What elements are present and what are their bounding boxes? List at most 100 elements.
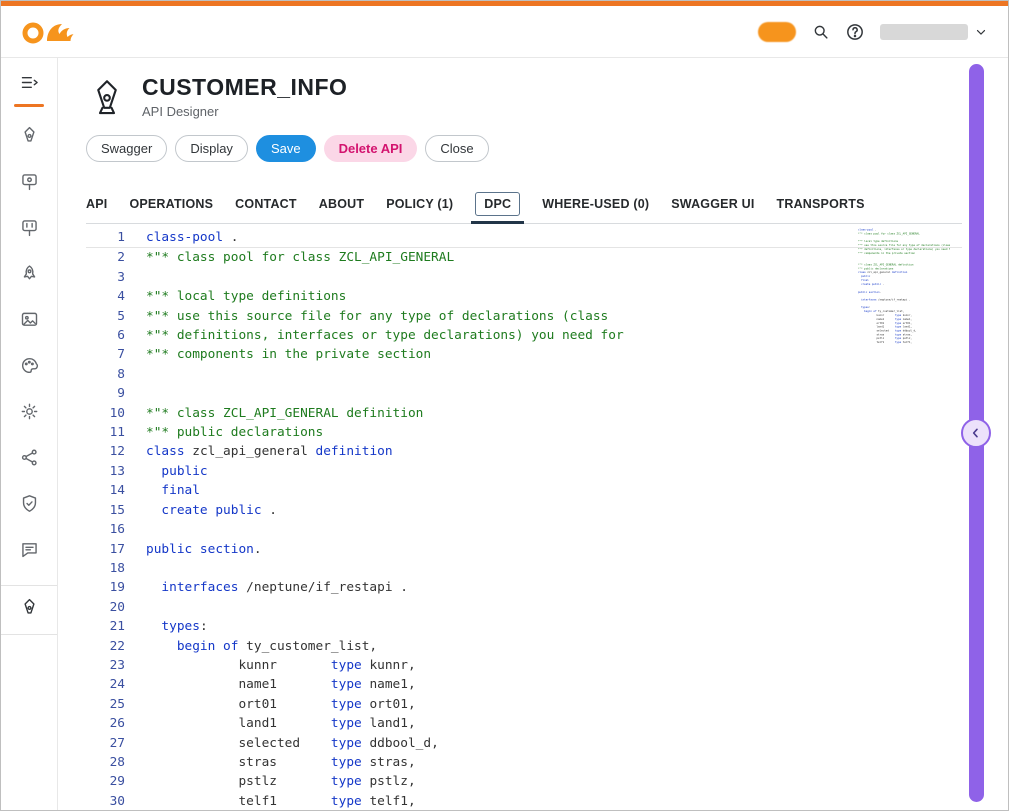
code-lines[interactable]: 1class-pool .2*"* class pool for class Z… [86, 228, 962, 811]
chevron-left-icon [968, 425, 984, 441]
pen-nib-icon [19, 125, 40, 151]
code-line[interactable]: 26 land1 type land1, [86, 714, 962, 733]
line-number: 9 [86, 384, 146, 403]
sidebar-item-rocket-icon[interactable] [19, 263, 40, 289]
tab-operations[interactable]: OPERATIONS [129, 197, 213, 211]
sidebar-item-pen-nib-icon[interactable] [19, 125, 40, 151]
user-name [880, 24, 968, 40]
line-content: interfaces /neptune/if_restapi . [146, 578, 408, 597]
tab-api[interactable]: API [86, 197, 107, 211]
display-button[interactable]: Display [175, 135, 248, 162]
code-line[interactable]: 1class-pool . [86, 228, 962, 248]
sidebar-item-share-nodes-icon[interactable] [19, 447, 40, 473]
code-line[interactable]: 12class zcl_api_general definition [86, 442, 962, 461]
code-line[interactable]: 25 ort01 type ort01, [86, 695, 962, 714]
code-line[interactable]: 6*"* definitions, interfaces or type dec… [86, 326, 962, 345]
code-line[interactable]: 8 [86, 365, 962, 384]
panel-collapse-button[interactable] [961, 418, 991, 448]
code-line[interactable]: 29 pstlz type pstlz, [86, 772, 962, 791]
tab-transports[interactable]: TRANSPORTS [777, 197, 865, 211]
action-bar: Swagger Display Save Delete API Close [86, 135, 962, 162]
code-line[interactable]: 11*"* public declarations [86, 423, 962, 442]
line-number: 29 [86, 772, 146, 791]
line-content [146, 268, 154, 287]
code-line[interactable]: 5*"* use this source file for any type o… [86, 307, 962, 326]
line-content: *"* class ZCL_API_GENERAL definition [146, 404, 423, 423]
line-number: 4 [86, 287, 146, 306]
code-line: telf1 type telf1, [858, 341, 950, 345]
code-editor[interactable]: 1class-pool .2*"* class pool for class Z… [86, 224, 962, 786]
line-number: 15 [86, 501, 146, 520]
close-button[interactable]: Close [425, 135, 488, 162]
code-line[interactable]: 13 public [86, 462, 962, 481]
line-content: *"* class pool for class ZCL_API_GENERAL [858, 232, 920, 236]
tab-policy-1[interactable]: POLICY (1) [386, 197, 453, 211]
code-line[interactable]: 15 create public . [86, 501, 962, 520]
code-line[interactable]: 7*"* components in the private section [86, 345, 962, 364]
code-line[interactable]: 10*"* class ZCL_API_GENERAL definition [86, 404, 962, 423]
delete-api-button[interactable]: Delete API [324, 135, 418, 162]
line-content: telf1 type telf1, [146, 792, 416, 811]
line-content: public section. [858, 290, 881, 294]
help-icon[interactable] [845, 22, 865, 42]
main-panel: CUSTOMER_INFO API Designer Swagger Displa… [58, 58, 962, 810]
code-line[interactable]: 19 interfaces /neptune/if_restapi . [86, 578, 962, 597]
tab-where-used-0[interactable]: WHERE-USED (0) [542, 197, 649, 211]
save-button[interactable]: Save [256, 135, 316, 162]
code-line[interactable]: 4*"* local type definitions [86, 287, 962, 306]
code-line[interactable]: 30 telf1 type telf1, [86, 792, 962, 811]
code-line[interactable]: 9 [86, 384, 962, 403]
line-number: 13 [86, 462, 146, 481]
sidebar-item-shield-icon[interactable] [19, 493, 40, 519]
minimap[interactable]: class-pool .*"* class pool for class ZCL… [858, 228, 950, 483]
sidebar-item-pen-nib-icon[interactable] [1, 585, 57, 635]
code-line[interactable]: 16 [86, 520, 962, 539]
sidebar-item-list-menu-icon[interactable] [19, 72, 40, 98]
code-line[interactable]: 23 kunnr type kunnr, [86, 656, 962, 675]
line-number: 18 [86, 559, 146, 578]
line-content: name1 type name1, [146, 675, 416, 694]
user-menu[interactable] [880, 24, 988, 40]
code-line[interactable]: 28 stras type stras, [86, 753, 962, 772]
tab-dpc[interactable]: DPC [475, 192, 520, 216]
tab-about[interactable]: ABOUT [319, 197, 364, 211]
line-number: 30 [86, 792, 146, 811]
palette-icon [19, 355, 40, 381]
line-number: 23 [86, 656, 146, 675]
sidebar-item-pin-board-icon[interactable] [19, 171, 40, 197]
sidebar-item-image-icon[interactable] [19, 309, 40, 335]
code-line[interactable]: 2*"* class pool for class ZCL_API_GENERA… [86, 248, 962, 267]
line-number: 1 [86, 228, 146, 247]
code-line[interactable]: 14 final [86, 481, 962, 500]
line-content: begin of ty_customer_list, [146, 637, 377, 656]
code-line[interactable]: 3 [86, 268, 962, 287]
tab-swagger-ui[interactable]: SWAGGER UI [671, 197, 754, 211]
search-icon[interactable] [811, 22, 830, 41]
line-number: 26 [86, 714, 146, 733]
tab-contact[interactable]: CONTACT [235, 197, 297, 211]
sidebar-item-chat-icon[interactable] [19, 539, 40, 565]
code-line[interactable]: 18 [86, 559, 962, 578]
sidebar-item-gear-icon[interactable] [19, 401, 40, 427]
api-designer-icon [86, 76, 128, 118]
sidebar-item-palette-icon[interactable] [19, 355, 40, 381]
line-number: 8 [86, 365, 146, 384]
code-line[interactable]: 20 [86, 598, 962, 617]
code-line[interactable]: 17public section. [86, 540, 962, 559]
line-content: interfaces /neptune/if_restapi . [858, 298, 910, 302]
code-line[interactable]: 27 selected type ddbool_d, [86, 734, 962, 753]
line-number: 25 [86, 695, 146, 714]
code-line[interactable]: 24 name1 type name1, [86, 675, 962, 694]
line-number: 11 [86, 423, 146, 442]
page-title: CUSTOMER_INFO [142, 74, 347, 101]
side-panel-rail[interactable] [969, 64, 984, 802]
doc-header: CUSTOMER_INFO API Designer [86, 74, 962, 119]
swagger-button[interactable]: Swagger [86, 135, 167, 162]
line-content: telf1 type telf1, [858, 341, 912, 345]
code-line[interactable]: 22 begin of ty_customer_list, [86, 637, 962, 656]
line-content: kunnr type kunnr, [146, 656, 416, 675]
rocket-icon [19, 263, 40, 289]
line-content: selected type ddbool_d, [146, 734, 439, 753]
code-line[interactable]: 21 types: [86, 617, 962, 636]
sidebar-item-plug-icon[interactable] [19, 217, 40, 243]
